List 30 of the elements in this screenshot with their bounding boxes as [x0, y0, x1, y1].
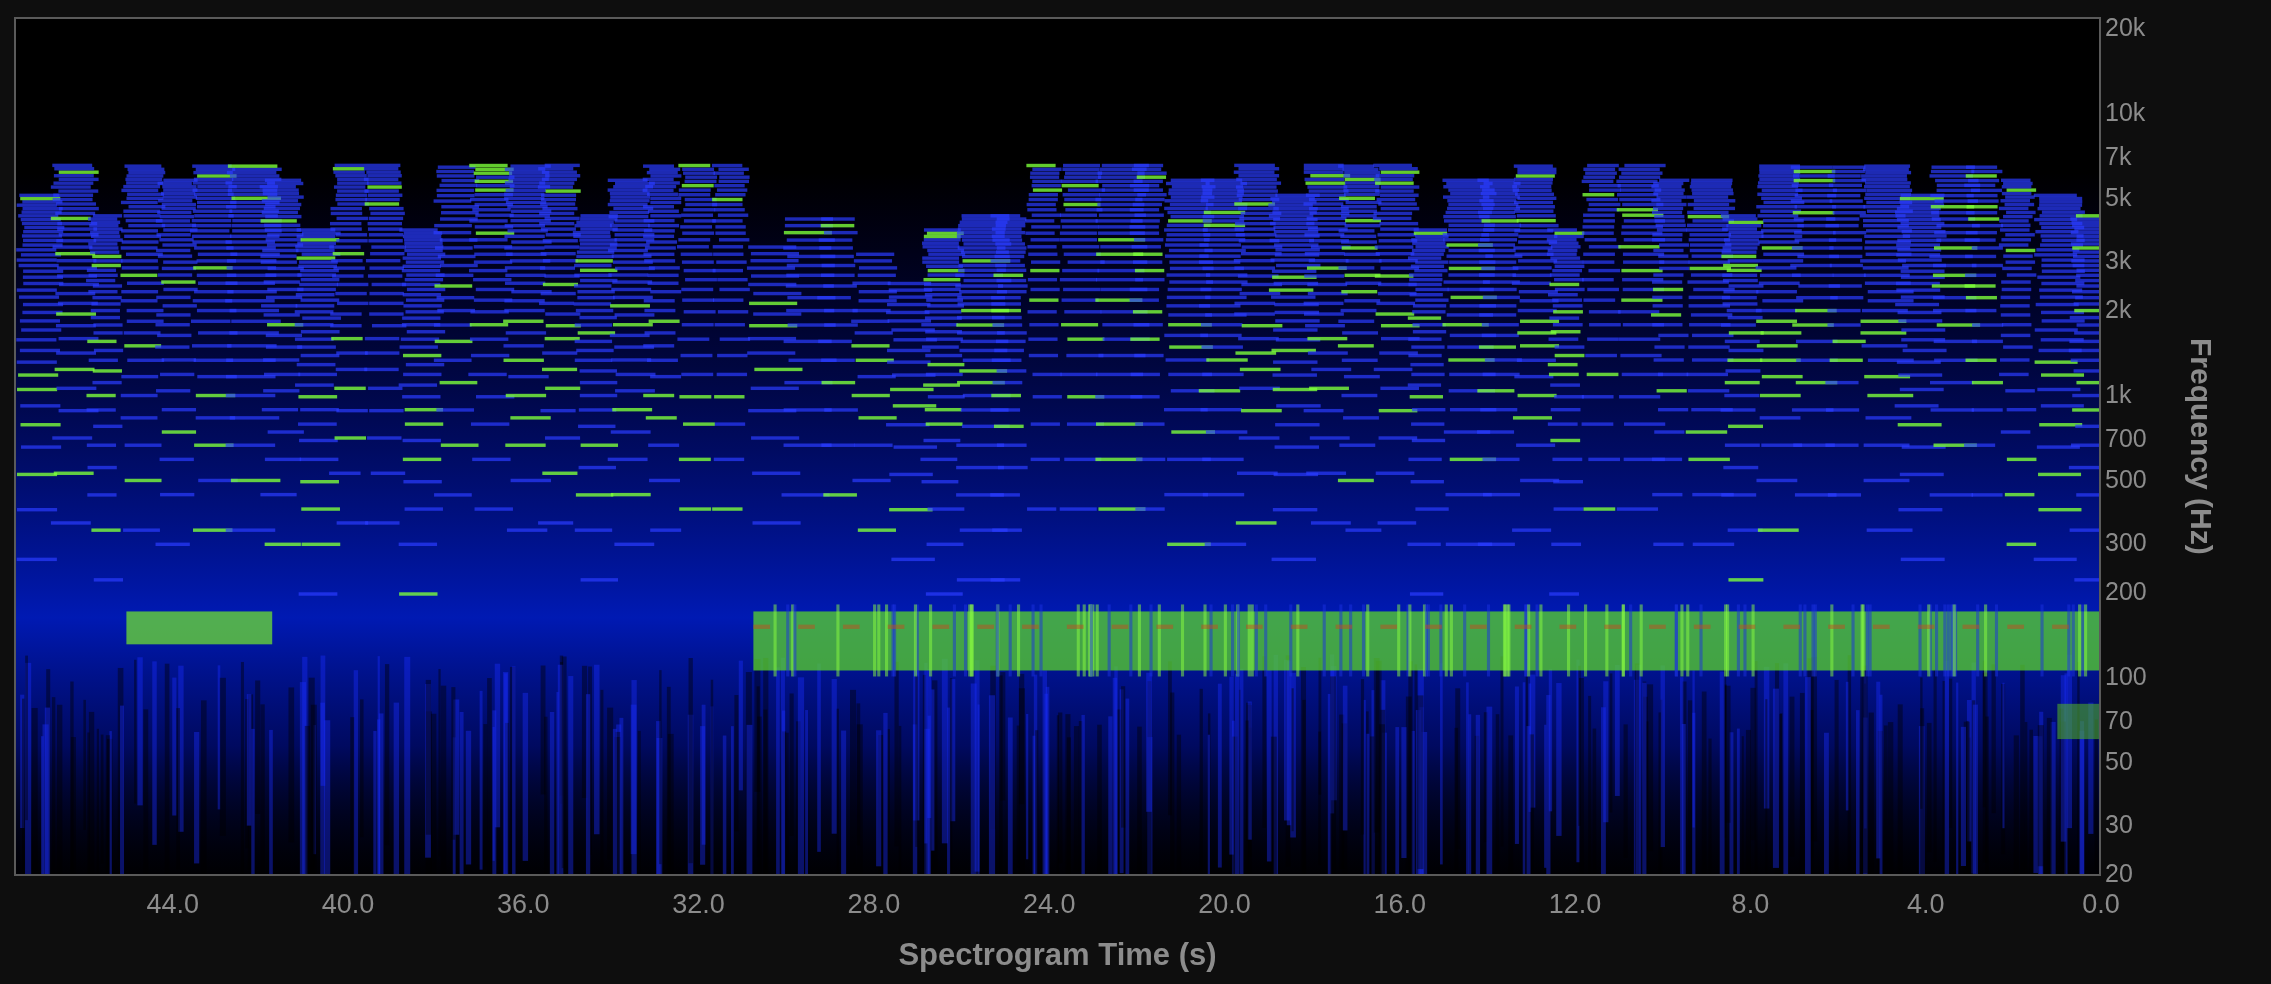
x-tick-label: 4.0 — [1906, 888, 1945, 921]
y-tick-label: 70 — [2105, 705, 2133, 737]
y-tick-label: 200 — [2105, 576, 2147, 608]
x-tick-label: 28.0 — [847, 888, 901, 921]
y-tick-label: 30 — [2105, 808, 2133, 840]
x-tick-label: 0.0 — [2082, 888, 2120, 921]
y-tick-label: 3k — [2105, 244, 2132, 276]
y-tick-label: 2k — [2105, 294, 2132, 326]
x-tick-label: 36.0 — [497, 888, 550, 921]
x-tick-label: 40.0 — [321, 888, 375, 921]
x-tick-label: 44.0 — [146, 888, 199, 921]
y-tick-label: 700 — [2105, 423, 2147, 455]
x-tick-label: 32.0 — [672, 888, 725, 921]
x-tick-label: 20.0 — [1198, 888, 1251, 921]
x-axis-title: Spectrogram Time (s) — [898, 936, 1217, 974]
y-tick-label: 100 — [2105, 661, 2147, 693]
x-tick-label: 12.0 — [1548, 888, 1602, 921]
y-tick-label: 500 — [2105, 464, 2147, 496]
y-tick-label: 20k — [2105, 12, 2146, 44]
y-tick-label: 20 — [2105, 858, 2133, 890]
x-tick-label: 16.0 — [1373, 888, 1427, 921]
y-tick-label: 5k — [2105, 182, 2132, 214]
x-tick-label: 24.0 — [1022, 888, 1076, 921]
y-tick-label: 1k — [2105, 379, 2132, 411]
y-tick-label: 50 — [2105, 746, 2133, 778]
x-tick-label: 8.0 — [1731, 888, 1770, 921]
y-tick-label: 300 — [2105, 526, 2147, 558]
y-tick-label: 7k — [2105, 141, 2132, 173]
y-tick-label: 10k — [2105, 97, 2146, 129]
y-axis-title: Frequency (Hz) — [2183, 338, 2219, 555]
